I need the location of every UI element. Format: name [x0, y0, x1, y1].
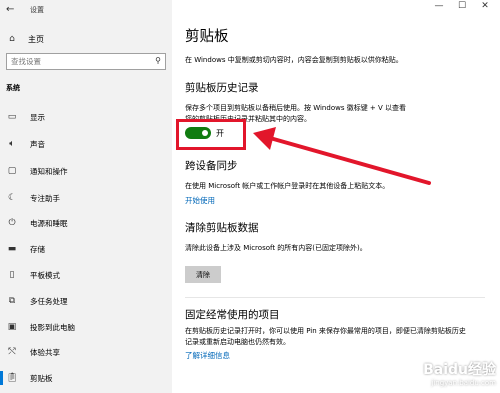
storage-icon: ▬ — [7, 244, 17, 254]
sidebar-item-label: 体验共享 — [30, 347, 60, 357]
clear-heading: 清除剪贴板数据 — [185, 222, 259, 234]
clipboard-icon: 📋︎ — [6, 373, 18, 383]
watermark: Baidu经验 jingyan.baidu.com — [423, 359, 496, 387]
sidebar-item-power[interactable]: ⏻ 电源和睡眠 — [0, 214, 172, 232]
pinned-desc-line1: 在剪贴板历史记录打开时，你可以使用 Pin 来保存你最常用的项目，即便已清除剪贴… — [185, 327, 466, 335]
sidebar-item-storage[interactable]: ▬ 存储 — [0, 240, 172, 258]
highlight-box — [176, 119, 246, 150]
section-divider — [185, 297, 485, 298]
maximize-button[interactable]: ☐ — [452, 1, 472, 11]
search-icon[interactable]: ⚲ — [155, 56, 161, 65]
focus-assist-icon: ☾ — [7, 193, 17, 203]
window-title: 设置 — [30, 6, 44, 14]
page-intro: 在 Windows 中复制或剪切内容时，内容会复制到剪贴板以供你粘贴。 — [185, 56, 403, 64]
history-heading: 剪贴板历史记录 — [185, 82, 259, 94]
home-icon: ⌂ — [9, 34, 15, 44]
sidebar-item-sound[interactable]: 🔈︎ 声音 — [0, 135, 172, 153]
sidebar-section-heading: 系统 — [6, 84, 20, 92]
sidebar-item-multitasking[interactable]: ⧉ 多任务处理 — [0, 292, 172, 310]
sidebar-item-label: 声音 — [30, 139, 45, 149]
sidebar-item-label: 存储 — [30, 244, 45, 254]
sidebar-item-label: 投影到此电脑 — [30, 322, 75, 332]
projecting-icon: ▣ — [7, 322, 17, 332]
multitasking-icon: ⧉ — [8, 296, 16, 306]
pinned-desc-line2: 记录或重新启动电脑也仍然有效。 — [185, 338, 290, 346]
sidebar-item-tablet-mode[interactable]: ▯ 平板模式 — [0, 266, 172, 284]
sidebar-item-notifications[interactable]: ▢ 通知和操作 — [0, 162, 172, 180]
history-desc-line1: 保存多个项目到剪贴板以备稍后使用。按 Windows 徽标键 + V 以查看 — [185, 104, 407, 112]
tablet-mode-icon: ▯ — [9, 270, 15, 280]
clipboard-settings-page: — ☐ ✕ 剪贴板 在 Windows 中复制或剪切内容时，内容会复制到剪贴板以… — [172, 0, 500, 393]
notification-icon: ▢ — [7, 166, 17, 176]
display-icon: ▭ — [7, 112, 17, 122]
pinned-heading: 固定经常使用的项目 — [185, 309, 280, 321]
page-title: 剪贴板 — [185, 29, 229, 45]
sync-get-started-link[interactable]: 开始使用 — [185, 195, 215, 206]
sync-heading: 跨设备同步 — [185, 160, 238, 172]
sidebar-item-label: 显示 — [30, 112, 45, 122]
watermark-text: Baidu经验 — [423, 362, 496, 378]
sidebar-item-shared-experiences[interactable]: ⤲ 体验共享 — [0, 343, 172, 361]
settings-sidebar: ← 设置 ⌂ 主页 查找设置 ⚲ 系统 ▭ 显示 🔈︎ 声音 ▢ 通知和操作 ☾… — [0, 0, 172, 393]
sidebar-item-focus-assist[interactable]: ☾ 专注助手 — [0, 189, 172, 207]
sidebar-item-label: 通知和操作 — [30, 166, 68, 176]
minimize-button[interactable]: — — [429, 1, 449, 11]
sidebar-item-projecting[interactable]: ▣ 投影到此电脑 — [0, 318, 172, 336]
shared-experiences-icon: ⤲ — [8, 347, 16, 357]
search-placeholder: 查找设置 — [11, 57, 41, 66]
power-icon: ⏻ — [8, 218, 16, 228]
sidebar-home-label: 主页 — [28, 34, 44, 44]
back-arrow-icon[interactable]: ← — [6, 4, 14, 15]
sidebar-item-label: 专注助手 — [30, 193, 60, 203]
sidebar-item-clipboard[interactable]: 📋︎ 剪贴板 — [0, 369, 172, 387]
sidebar-item-label: 平板模式 — [30, 270, 60, 280]
clear-desc: 清除此设备上涉及 Microsoft 的所有内容(已固定项除外)。 — [185, 244, 367, 252]
watermark-subtext: jingyan.baidu.com — [431, 379, 496, 387]
sidebar-item-label: 电源和睡眠 — [30, 218, 68, 228]
sync-desc: 在使用 Microsoft 帐户或工作帐户登录时在其他设备上粘贴文本。 — [185, 182, 390, 190]
learn-more-link[interactable]: 了解详细信息 — [185, 350, 230, 361]
sidebar-home[interactable]: ⌂ 主页 — [6, 32, 166, 46]
sidebar-item-label: 剪贴板 — [30, 373, 53, 383]
search-input[interactable]: 查找设置 ⚲ — [6, 53, 166, 70]
sidebar-item-label: 多任务处理 — [30, 296, 68, 306]
close-button[interactable]: ✕ — [475, 1, 495, 11]
sidebar-item-display[interactable]: ▭ 显示 — [0, 108, 172, 126]
sound-icon: 🔈︎ — [9, 139, 15, 149]
clear-button[interactable]: 清除 — [185, 266, 221, 283]
